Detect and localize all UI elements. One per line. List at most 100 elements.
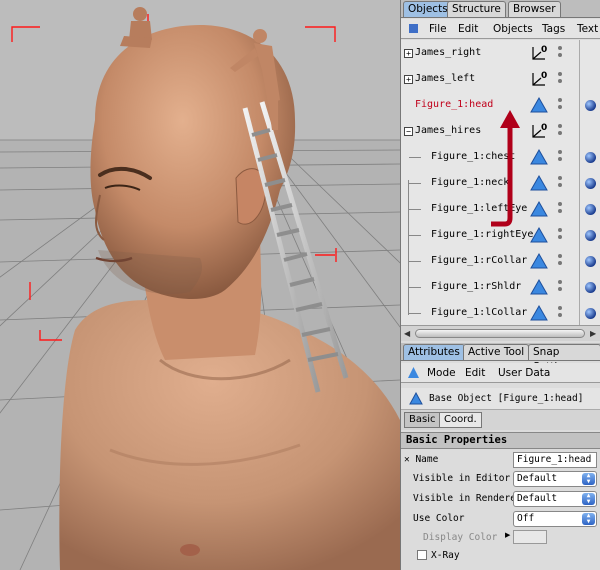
material-tag-icon[interactable]	[585, 256, 596, 267]
xray-checkbox[interactable]	[417, 550, 427, 560]
visibility-dots[interactable]	[557, 97, 563, 113]
material-tag-icon[interactable]	[585, 204, 596, 215]
material-tag-icon[interactable]	[585, 178, 596, 189]
menu-text[interactable]: Text	[577, 22, 598, 36]
expand-toggle[interactable]: +	[404, 49, 413, 58]
material-tag-icon[interactable]	[585, 308, 596, 319]
prop-display-color: Display Color ▶	[401, 528, 600, 548]
tab-snap-settings[interactable]: Snap Settings	[528, 344, 600, 373]
manager-panel: Objects Structure Browser File Edit Obje…	[400, 0, 600, 570]
tab-active-tool[interactable]: Active Tool	[463, 344, 530, 360]
visibility-dots[interactable]	[557, 201, 563, 217]
object-name: James_hires	[415, 125, 482, 136]
svg-text:0: 0	[541, 45, 547, 55]
prop-visible-in-renderer: Visible in Renderer Default ▲ ▼	[401, 489, 600, 509]
null-object-icon: 0	[532, 123, 547, 138]
object-row-figure-rshldr[interactable]: Figure_1:rShldr	[401, 274, 600, 300]
polygon-object-icon	[530, 304, 548, 321]
visible-in-editor-select[interactable]: Default ▲ ▼	[513, 471, 597, 487]
objects-manager-icon	[409, 24, 418, 33]
tab-attributes[interactable]: Attributes	[403, 344, 465, 360]
object-list-scrollbar[interactable]: ◀ ▶	[401, 325, 600, 341]
menu-edit[interactable]: Edit	[458, 22, 478, 36]
menu-user-data[interactable]: User Data	[498, 366, 550, 380]
object-tree[interactable]: + James_right 0 + James_left 0 Figure_1:…	[401, 40, 600, 325]
polygon-object-icon	[530, 200, 548, 217]
object-row-figure-lcollar[interactable]: Figure_1:lCollar	[401, 300, 600, 325]
polygon-object-icon	[530, 226, 548, 243]
expand-arrow-icon[interactable]: ▶	[505, 531, 510, 539]
object-row-james-right[interactable]: + James_right 0	[401, 40, 600, 66]
polygon-object-icon	[530, 174, 548, 191]
expand-toggle[interactable]: +	[404, 75, 413, 84]
object-name: Figure_1:head	[415, 99, 494, 110]
attribute-subtabs: Basic Coord.	[401, 410, 600, 430]
base-object-title: Base Object [Figure_1:head]	[429, 393, 584, 404]
visibility-dots[interactable]	[557, 175, 563, 191]
prop-label: Visible in Renderer	[413, 493, 522, 504]
scroll-right-arrow[interactable]: ▶	[590, 329, 596, 338]
prop-label: Use Color	[413, 513, 465, 524]
svg-text:0: 0	[541, 71, 547, 81]
material-tag-icon[interactable]	[585, 100, 596, 111]
3d-viewport[interactable]	[0, 0, 400, 570]
menu-mode[interactable]: Mode	[427, 366, 456, 380]
polygon-object-icon	[530, 148, 548, 165]
tab-objects[interactable]: Objects	[403, 1, 453, 17]
menu-file[interactable]: File	[429, 22, 447, 36]
visibility-dots[interactable]	[557, 149, 563, 165]
object-name: Figure_1:lCollar	[431, 307, 528, 318]
material-tag-icon[interactable]	[585, 152, 596, 163]
scroll-thumb[interactable]	[415, 329, 585, 338]
tab-browser[interactable]: Browser	[508, 1, 561, 17]
stepper-icon: ▲ ▼	[582, 513, 595, 525]
object-name: Figure_1:rShldr	[431, 281, 522, 292]
object-name: James_left	[415, 73, 476, 84]
prop-label: Display Color	[423, 532, 498, 543]
menu-edit-attr[interactable]: Edit	[465, 366, 485, 380]
attribute-manager-tabs: Attributes Active Tool Snap Settings	[401, 343, 600, 373]
attributes-menubar: Mode Edit User Data	[401, 363, 600, 383]
viewport-render	[0, 0, 400, 570]
collapse-toggle[interactable]: −	[404, 127, 413, 136]
attributes-manager-icon	[408, 367, 419, 378]
annotation-arrow	[491, 110, 520, 227]
stepper-icon: ▲ ▼	[582, 473, 595, 485]
visibility-dots[interactable]	[557, 45, 563, 61]
menu-tags[interactable]: Tags	[542, 22, 565, 36]
visibility-dots[interactable]	[557, 71, 563, 87]
menu-objects[interactable]: Objects	[493, 22, 533, 36]
polygon-object-icon	[530, 252, 548, 269]
null-object-icon: 0	[532, 45, 547, 60]
prop-name: ✕ Name Figure_1:head	[401, 450, 600, 470]
material-tag-icon[interactable]	[585, 230, 596, 241]
visibility-dots[interactable]	[557, 305, 563, 321]
visibility-dots[interactable]	[557, 253, 563, 269]
stepper-icon: ▲ ▼	[582, 493, 595, 505]
subtab-basic[interactable]: Basic	[404, 412, 441, 428]
material-tag-icon[interactable]	[585, 282, 596, 293]
visibility-dots[interactable]	[557, 123, 563, 139]
scroll-left-arrow[interactable]: ◀	[404, 329, 410, 338]
visible-in-renderer-select[interactable]: Default ▲ ▼	[513, 491, 597, 507]
polygon-object-icon	[530, 278, 548, 295]
object-row-figure-rcollar[interactable]: Figure_1:rCollar	[401, 248, 600, 274]
svg-text:0: 0	[541, 123, 547, 133]
base-object-header: Base Object [Figure_1:head]	[401, 388, 600, 410]
name-field[interactable]: Figure_1:head	[513, 452, 597, 468]
visibility-dots[interactable]	[557, 227, 563, 243]
tab-structure[interactable]: Structure	[447, 1, 506, 17]
prop-xray: X-Ray	[401, 546, 600, 566]
use-color-select[interactable]: Off ▲ ▼	[513, 511, 597, 527]
object-manager-tabs: Objects Structure Browser	[401, 0, 600, 18]
object-row-james-left[interactable]: + James_left 0	[401, 66, 600, 92]
visibility-dots[interactable]	[557, 279, 563, 295]
polygon-object-icon	[530, 96, 548, 113]
display-color-swatch[interactable]	[513, 530, 547, 544]
polygon-object-icon	[409, 392, 423, 405]
prop-label: X-Ray	[431, 550, 460, 561]
object-name: James_right	[415, 47, 482, 58]
null-object-icon: 0	[532, 71, 547, 86]
prop-label: Visible in Editor	[413, 473, 511, 484]
subtab-coord[interactable]: Coord.	[439, 412, 482, 428]
